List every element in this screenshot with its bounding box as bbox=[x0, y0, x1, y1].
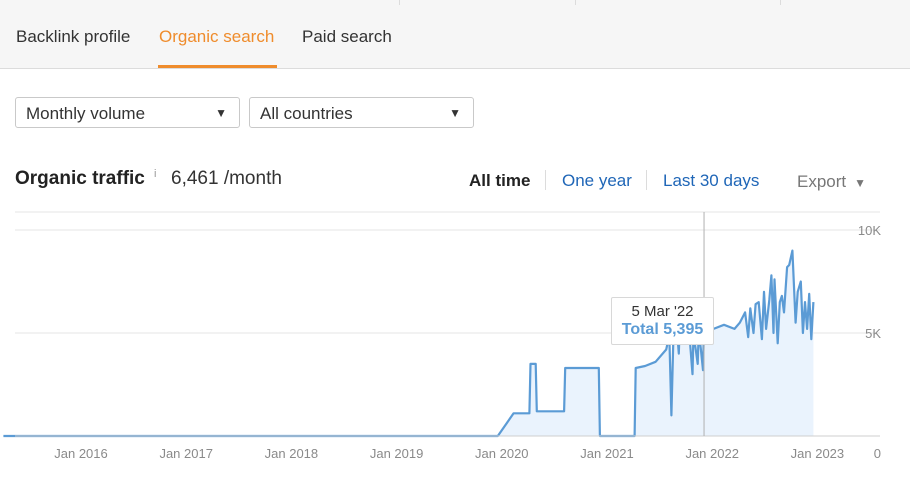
x-tick-label: Jan 2017 bbox=[159, 446, 213, 461]
top-divider bbox=[0, 0, 400, 5]
caret-down-icon: ▼ bbox=[215, 106, 227, 120]
tooltip-total: Total 5,395 bbox=[621, 321, 704, 338]
volume-select-value: Monthly volume bbox=[26, 104, 146, 123]
range-last-30-days[interactable]: Last 30 days bbox=[663, 171, 759, 191]
x-tick-label: Jan 2019 bbox=[370, 446, 424, 461]
tooltip-date: 5 Mar '22 bbox=[631, 303, 694, 320]
top-divider bbox=[399, 0, 576, 5]
range-divider bbox=[646, 170, 647, 190]
x-tick-label: Jan 2021 bbox=[580, 446, 634, 461]
tab-paid-search[interactable]: Paid search bbox=[302, 27, 392, 47]
export-label: Export bbox=[797, 172, 847, 191]
organic-traffic-chart: 10K 5K 0 Jan 2016 Jan 2017 Jan 2018 Jan 2019 Ja… bbox=[3, 211, 881, 461]
country-select-value: All countries bbox=[260, 104, 353, 123]
caret-down-icon: ▼ bbox=[449, 106, 461, 120]
x-tick-label: Jan 2016 bbox=[54, 446, 108, 461]
country-select[interactable]: All countries ▼ bbox=[249, 97, 474, 128]
tab-bar: Backlink profile Organic search Paid sea… bbox=[0, 0, 910, 69]
tab-organic-search[interactable]: Organic search bbox=[159, 27, 274, 47]
caret-down-icon: ▼ bbox=[854, 176, 867, 190]
top-divider bbox=[575, 0, 781, 5]
chart-tooltip: 5 Mar '22 Total 5,395 bbox=[611, 297, 714, 345]
y-tick-label: 0 bbox=[874, 446, 881, 461]
range-one-year[interactable]: One year bbox=[562, 171, 632, 191]
x-tick-label: Jan 2018 bbox=[265, 446, 319, 461]
export-button[interactable]: Export ▼ bbox=[797, 172, 866, 192]
active-tab-indicator bbox=[158, 65, 277, 68]
tab-backlink-profile[interactable]: Backlink profile bbox=[16, 27, 130, 47]
x-tick-label: Jan 2020 bbox=[475, 446, 529, 461]
y-tick-label: 10K bbox=[858, 223, 881, 238]
chart-title: Organic traffic bbox=[15, 168, 145, 189]
x-tick-label: Jan 2023 bbox=[791, 446, 845, 461]
traffic-value: 6,461 /month bbox=[171, 168, 282, 189]
y-tick-label: 5K bbox=[865, 326, 881, 341]
x-tick-label: Jan 2022 bbox=[685, 446, 739, 461]
volume-select[interactable]: Monthly volume ▼ bbox=[15, 97, 240, 128]
range-divider bbox=[545, 170, 546, 190]
info-icon[interactable]: i bbox=[154, 168, 156, 180]
range-all-time[interactable]: All time bbox=[469, 171, 530, 191]
